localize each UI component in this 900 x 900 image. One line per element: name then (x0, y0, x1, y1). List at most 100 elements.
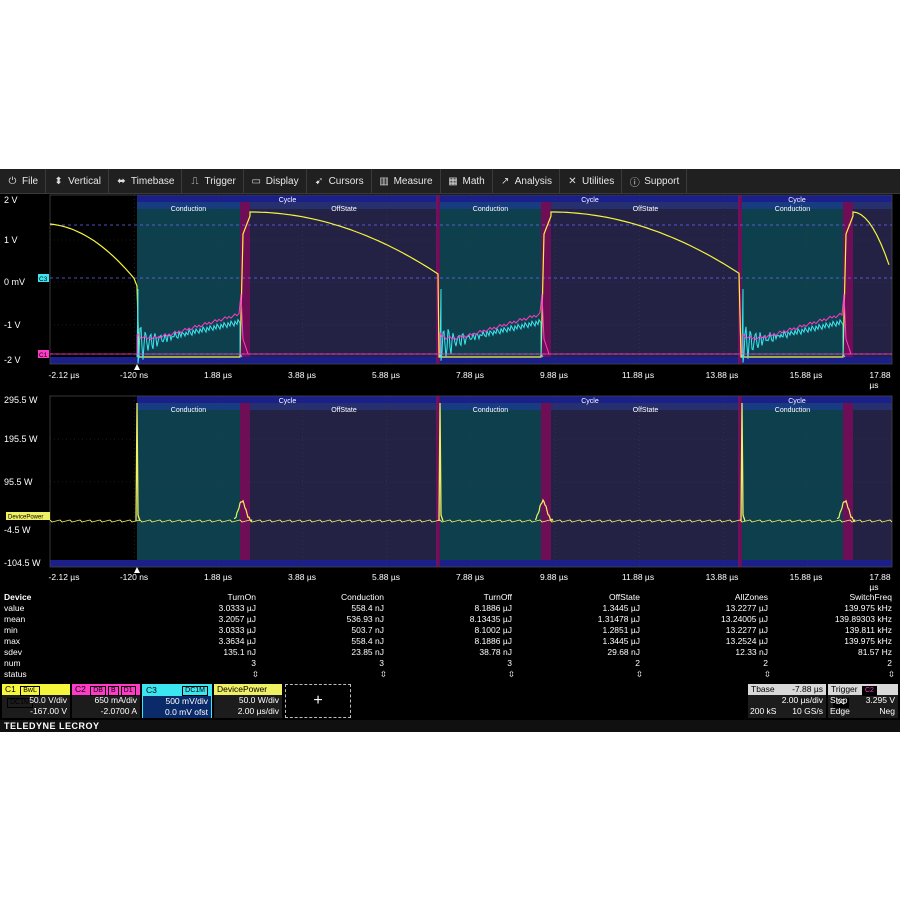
lower-y-label: 95.5 W (4, 477, 33, 487)
menu-label-measure: Measure (393, 175, 433, 187)
c1-descriptor[interactable]: C1 BwLDC1M 50.0 V/div -167.00 V (2, 684, 70, 718)
lower-x-label: 11.88 µs (621, 572, 655, 582)
offstate-label: OffState (331, 206, 357, 213)
measurement-row-mean[interactable]: mean 3.2057 µJ 536.93 nJ 8.13435 µJ 1.31478 … (0, 614, 900, 625)
menu-measure[interactable]: ▥ Measure (372, 169, 441, 193)
cycle-label: Cycle (279, 398, 297, 405)
menu-label-file: File (22, 175, 39, 187)
conduction-zone (137, 396, 240, 567)
add-trace-button[interactable]: + (285, 684, 351, 718)
oscilloscope-screen: ⏻ File ⬍ Vertical ⬌ Timebase ⎍ Trigger ▭ Display ➹… (0, 169, 900, 732)
measure-stat-label: value (4, 603, 25, 613)
measurement-row-min[interactable]: min 3.0333 µJ 503.7 nJ 8.1002 µJ 1.2851 µJ 13… (0, 625, 900, 636)
c2-offset: -2.0700 A (100, 706, 137, 716)
power-icon: ⏻ (8, 175, 17, 187)
trigger-descriptor[interactable]: Trigger C2DC Stop 3.295 V Edge Neg (828, 684, 898, 718)
offstate-zone (250, 195, 438, 364)
menu-vertical[interactable]: ⬍ Vertical (46, 169, 109, 193)
offstate-label: OffState (633, 206, 659, 213)
zone-bottom-bar (50, 560, 137, 567)
upper-y-label: 1 V (4, 235, 18, 245)
upper-x-label: 9.88 µs (539, 370, 569, 380)
measure-stat-label: max (4, 636, 21, 646)
measurement-row-max[interactable]: max 3.3634 µJ 558.4 nJ 8.1886 µJ 1.3445 µJ 13… (0, 636, 900, 647)
measure-value: ⇳ (763, 669, 771, 679)
upper-x-label: 17.88 µs (869, 370, 891, 390)
lower-grid[interactable]: Cycle Conduction OffState Cycle Conduction Of… (0, 391, 900, 592)
math-descriptor[interactable]: DevicePower 50.0 W/div 2.00 µs/div (214, 684, 282, 718)
measure-header-conduction: Conduction (340, 592, 384, 602)
menu-cursors[interactable]: ➹ Cursors (307, 169, 372, 193)
cycle-label: Cycle (581, 197, 599, 204)
lower-x-label: 17.88 µs (869, 572, 891, 592)
upper-x-label: 15.88 µs (789, 370, 823, 380)
measurement-row-status[interactable]: status ⇳ ⇳ ⇳ ⇳ ⇳ ⇳ (0, 669, 900, 680)
conduction-label: Conduction (171, 206, 207, 213)
measure-value: 1.3445 µJ (602, 636, 640, 646)
upper-waveform-area: Cycle Conduction OffState Cycle Conduction Of… (38, 194, 893, 370)
zone-bottom-bar (742, 357, 892, 364)
c3-descriptor[interactable]: C3 DC1M 500 mV/div 0.0 mV ofst (142, 684, 212, 718)
menu-analysis[interactable]: ↗ Analysis (493, 169, 560, 193)
lower-x-label: 9.88 µs (539, 572, 569, 582)
measure-value: 1.31478 µJ (597, 614, 640, 624)
turnoff-zone (541, 396, 551, 567)
lower-x-label: 15.88 µs (789, 572, 823, 582)
menu-label-vertical: Vertical (68, 175, 101, 187)
math-timescale: 2.00 µs/div (237, 706, 279, 716)
math-scale: 50.0 W/div (238, 695, 279, 705)
measure-value: 8.13435 µJ (469, 614, 512, 624)
cycle-label: Cycle (788, 398, 806, 405)
menu-math[interactable]: ▦ Math (441, 169, 493, 193)
lower-x-label: 5.88 µs (371, 572, 401, 582)
measure-stat-label: sdev (4, 647, 22, 657)
measure-header-allzones: AllZones (734, 592, 768, 602)
measure-value: 558.4 nJ (351, 603, 384, 613)
cycle-bar (742, 396, 892, 403)
menu-trigger[interactable]: ⎍ Trigger (182, 169, 244, 193)
analysis-icon: ↗ (501, 175, 510, 187)
c2-scale: 650 mA/div (94, 695, 137, 705)
lower-y-label: -4.5 W (4, 525, 31, 535)
menu-file[interactable]: ⏻ File (0, 169, 47, 193)
measure-value: 139.811 kHz (844, 625, 892, 635)
vertical-arrows-icon: ⬍ (54, 175, 63, 187)
measure-value: 13.24005 µJ (721, 614, 768, 624)
measure-value: 13.2524 µJ (725, 636, 768, 646)
measure-value: ⇳ (251, 669, 259, 679)
timebase-descriptor[interactable]: Tbase -7.88 µs 2.00 µs/div 200 kS 10 GS/… (748, 684, 826, 718)
cycle-label: Cycle (581, 398, 599, 405)
offstate-bar (853, 202, 892, 209)
trigger-tag-c2: C2 (861, 686, 877, 696)
conduction-label: Conduction (171, 407, 207, 414)
measure-value: 12.33 nJ (735, 647, 768, 657)
timebase-delay: -7.88 µs (792, 684, 823, 694)
menu-utilities[interactable]: ✕ Utilities (560, 169, 623, 193)
horizontal-arrows-icon: ⬌ (117, 175, 126, 187)
offstate-label: OffState (633, 407, 659, 414)
conduction-label: Conduction (775, 206, 811, 213)
measurement-row-value[interactable]: value 3.0333 µJ 558.4 nJ 8.1886 µJ 1.3445 µJ… (0, 603, 900, 614)
measure-value: 139.89303 kHz (834, 614, 892, 624)
upper-grid[interactable]: Cycle Conduction OffState Cycle Conduction Of… (0, 194, 900, 390)
menu-timebase[interactable]: ⬌ Timebase (109, 169, 183, 193)
brand-logo: TELEDYNE LECROY (4, 721, 100, 731)
upper-y-label: 2 V (4, 195, 18, 205)
timebase-title: Tbase (751, 684, 775, 694)
menu-label-analysis: Analysis (514, 175, 552, 187)
measurement-table[interactable]: Device TurnOn Conduction TurnOff OffState All… (0, 592, 900, 684)
lower-x-label: 3.88 µs (287, 572, 317, 582)
measurement-row-sdev[interactable]: sdev 135.1 nJ 23.85 nJ 38.78 nJ 29.68 nJ 12.3… (0, 647, 900, 658)
conduction-label: Conduction (473, 407, 509, 414)
upper-y-label: 0 mV (4, 277, 26, 287)
measure-group-label: Device (4, 592, 32, 602)
upper-x-label: 5.88 µs (371, 370, 401, 380)
c3-tag-dc1m: DC1M (182, 686, 208, 696)
menu-support[interactable]: ⓘ Support (622, 169, 688, 193)
measurement-row-num[interactable]: num 3 3 3 2 2 2 (0, 658, 900, 669)
math-name: DevicePower (214, 684, 282, 695)
measure-stat-label: num (4, 658, 21, 668)
c2-descriptor[interactable]: C2 DB B D1 650 mA/div -2.0700 A (72, 684, 140, 718)
menu-display[interactable]: ▭ Display (244, 169, 307, 193)
measure-value: 139.975 kHz (844, 603, 892, 613)
